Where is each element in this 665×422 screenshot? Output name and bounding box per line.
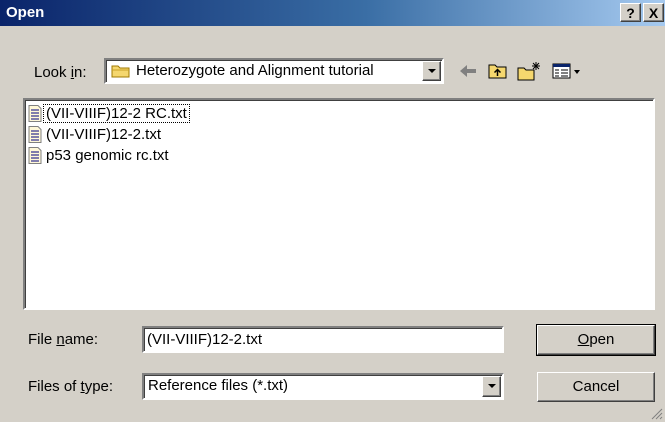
filetype-value: Reference files (*.txt) (148, 377, 289, 394)
lookin-value: Heterozygote and Alignment tutorial (136, 62, 374, 79)
filename-input[interactable] (142, 326, 504, 353)
lookin-dropdown-arrow[interactable] (422, 61, 441, 81)
file-name: p53 genomic rc.txt (46, 147, 169, 164)
text-file-icon (28, 105, 42, 122)
window-title: Open (6, 4, 45, 21)
help-button[interactable]: ? (620, 3, 641, 22)
filetype-dropdown[interactable]: Reference files (*.txt) (142, 373, 504, 400)
filetype-dropdown-arrow[interactable] (482, 376, 501, 397)
file-name: (VII-VIIIF)12-2.txt (46, 126, 162, 143)
text-file-icon (28, 147, 42, 164)
resize-grip-icon[interactable] (651, 408, 663, 420)
view-menu-icon[interactable] (551, 60, 583, 82)
file-list[interactable]: (VII-VIIIF)12-2 RC.txt (VII-VIIIF)12-2.t… (23, 98, 655, 310)
up-one-level-icon[interactable] (486, 60, 510, 82)
back-arrow-icon[interactable] (456, 60, 480, 82)
title-bar: Open ? X (0, 0, 665, 26)
open-button[interactable]: Open (536, 324, 656, 356)
file-name: (VII-VIIIF)12-2 RC.txt (43, 104, 190, 123)
close-button[interactable]: X (643, 3, 664, 22)
lookin-dropdown[interactable]: Heterozygote and Alignment tutorial (104, 58, 444, 84)
text-file-icon (28, 126, 42, 143)
lookin-label: Look in: (34, 64, 87, 81)
filetype-label: Files of type: (28, 378, 114, 395)
folder-icon (111, 65, 130, 78)
filename-label: File name: (28, 331, 99, 348)
new-folder-icon[interactable] (516, 60, 542, 82)
cancel-button[interactable]: Cancel (537, 372, 655, 402)
